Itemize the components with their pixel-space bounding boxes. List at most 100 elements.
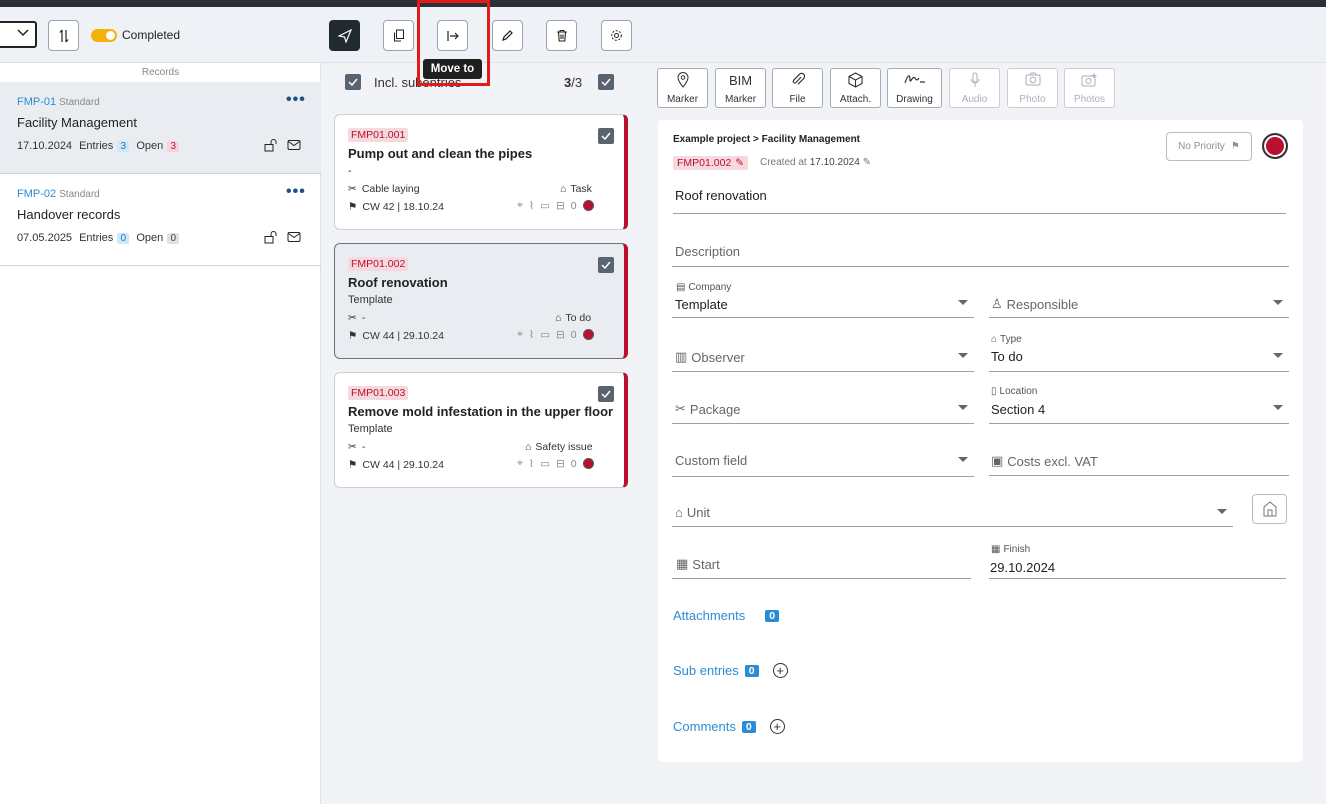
package-select[interactable]: ✂ Package xyxy=(672,386,974,424)
status-dot xyxy=(582,329,594,340)
paperclip-icon xyxy=(792,72,805,85)
sort-icon xyxy=(59,29,68,42)
entry-package: Cable laying xyxy=(361,183,420,195)
status-dot xyxy=(582,458,594,469)
location-icon: ⌖ xyxy=(517,328,523,340)
check-icon xyxy=(601,78,611,86)
custom-field-select[interactable]: Custom field xyxy=(672,442,974,477)
more-icon[interactable]: ••• xyxy=(286,183,306,201)
unlock-icon[interactable] xyxy=(264,231,279,244)
check-icon xyxy=(601,390,611,398)
calendar-icon: ▦ xyxy=(991,544,1001,555)
unlock-icon[interactable] xyxy=(264,139,279,152)
comments-link[interactable]: Comments 0 + xyxy=(673,719,785,734)
entry-code: FMP01.002 xyxy=(348,257,409,271)
package-icon: ✂ xyxy=(348,441,357,453)
pencil-icon[interactable]: ✎ xyxy=(863,157,871,168)
select-all-checkbox[interactable] xyxy=(345,74,361,90)
unit-plan-button[interactable] xyxy=(1252,494,1287,524)
responsible-select[interactable]: ♙ Responsible xyxy=(989,282,1289,318)
delete-button[interactable] xyxy=(546,20,577,51)
copy-button[interactable] xyxy=(383,20,414,51)
title-field[interactable]: Roof renovation xyxy=(673,182,1286,214)
package-icon: ✂ xyxy=(348,183,357,195)
entry-id-chip[interactable]: FMP01.002 ✎ xyxy=(673,156,749,170)
entry-title: Remove mold infestation in the upper flo… xyxy=(348,404,614,419)
select-all-checkbox-right[interactable] xyxy=(598,74,614,90)
attachments-link[interactable]: Attachments 0 xyxy=(673,608,780,623)
audio-button[interactable]: Audio xyxy=(949,68,1000,108)
priority-button[interactable]: No Priority ⚑ xyxy=(1166,132,1252,161)
more-icon[interactable]: ••• xyxy=(286,91,306,109)
location-icon: ⌖ xyxy=(517,199,523,211)
entry-card[interactable]: FMP01.001 Pump out and clean the pipes -… xyxy=(334,114,628,230)
entry-card[interactable]: FMP01.003 Remove mold infestation in the… xyxy=(334,372,628,488)
record-item[interactable]: FMP-02 Standard ••• Handover records 07.0… xyxy=(0,174,321,266)
entry-type: Task xyxy=(570,183,592,195)
trash-icon xyxy=(556,29,567,42)
entry-code: FMP01.001 xyxy=(348,128,409,142)
user-icon: ♙ xyxy=(991,296,1003,311)
calendar-icon: ▦ xyxy=(676,556,689,571)
subentries-link[interactable]: Sub entries 0 + xyxy=(673,663,788,678)
send-button[interactable] xyxy=(329,20,360,51)
record-title: Facility Management xyxy=(17,115,137,130)
mail-icon[interactable] xyxy=(287,139,301,151)
record-meta: 07.05.2025 Entries 0 Open 0 xyxy=(17,232,180,244)
type-select[interactable]: ⌂ Type To do xyxy=(989,334,1289,372)
title-value: Roof renovation xyxy=(675,188,767,203)
start-date-input[interactable]: ▦ Start xyxy=(672,544,971,579)
entry-checkbox[interactable] xyxy=(598,128,614,144)
costs-input[interactable]: ▣ Costs excl. VAT xyxy=(989,442,1289,476)
observer-select[interactable]: ▥ Observer xyxy=(672,334,974,372)
flag-icon: ⚑ xyxy=(348,330,358,342)
description-placeholder: Description xyxy=(675,244,741,259)
completed-toggle[interactable] xyxy=(91,29,117,42)
tools-icon: ✂ xyxy=(675,401,686,416)
comment-count: 0 xyxy=(570,328,577,341)
camera-icon xyxy=(1025,72,1040,86)
created-at: Created at 17.10.2024 ✎ xyxy=(760,157,872,168)
record-item[interactable]: FMP-01 Standard ••• Facility Management 1… xyxy=(0,82,321,174)
check-icon xyxy=(348,78,358,86)
add-subentry-icon[interactable]: + xyxy=(772,663,788,678)
entries-count: 3/3 xyxy=(564,75,583,90)
attachment-icon: ⌇ xyxy=(528,199,535,212)
file-button[interactable]: File xyxy=(772,68,823,108)
record-meta: 17.10.2024 Entries 3 Open 3 xyxy=(17,140,180,152)
signature-icon xyxy=(903,75,925,84)
mail-icon[interactable] xyxy=(287,231,301,243)
status-indicator[interactable] xyxy=(1262,133,1288,159)
entry-company: Template xyxy=(348,294,393,306)
chevron-down-icon xyxy=(1273,405,1283,410)
edit-button[interactable] xyxy=(492,20,523,51)
sort-button[interactable] xyxy=(48,20,79,51)
finish-date-input[interactable]: ▦ Finish 29.10.2024 xyxy=(989,544,1286,579)
attach-button[interactable]: Attach. xyxy=(830,68,881,108)
entry-deadline: CW 42 | 18.10.24 xyxy=(362,201,444,213)
unit-select[interactable]: ⌂ Unit xyxy=(672,495,1233,527)
entry-checkbox[interactable] xyxy=(598,257,614,273)
entry-package: - xyxy=(361,441,366,453)
company-select[interactable]: ▤ Company Template xyxy=(672,282,974,318)
document-icon: ▤ xyxy=(676,282,686,293)
location-select[interactable]: ▯ Location Section 4 xyxy=(989,386,1289,424)
add-comment-icon[interactable]: + xyxy=(769,719,785,734)
photo-button[interactable]: Photo xyxy=(1007,68,1058,108)
view-select[interactable] xyxy=(0,21,37,48)
drawing-button[interactable]: Drawing xyxy=(887,68,942,108)
marker-button[interactable]: Marker xyxy=(657,68,708,108)
photos-button[interactable]: Photos xyxy=(1064,68,1115,108)
copy-icon xyxy=(393,29,404,42)
entry-deadline: CW 44 | 29.10.24 xyxy=(362,330,444,342)
chevron-down-icon xyxy=(17,29,29,37)
chevron-down-icon xyxy=(958,353,968,358)
entry-card[interactable]: FMP01.002 Roof renovation Template ✂ - ⌂ T… xyxy=(334,243,628,359)
entry-checkbox[interactable] xyxy=(598,386,614,402)
bim-marker-button[interactable]: BIM Marker xyxy=(715,68,766,108)
description-field[interactable]: Description xyxy=(672,238,1289,267)
comment-count: 0 xyxy=(570,199,577,212)
settings-button[interactable] xyxy=(601,20,632,51)
chevron-down-icon xyxy=(958,405,968,410)
cube-icon xyxy=(848,72,863,88)
